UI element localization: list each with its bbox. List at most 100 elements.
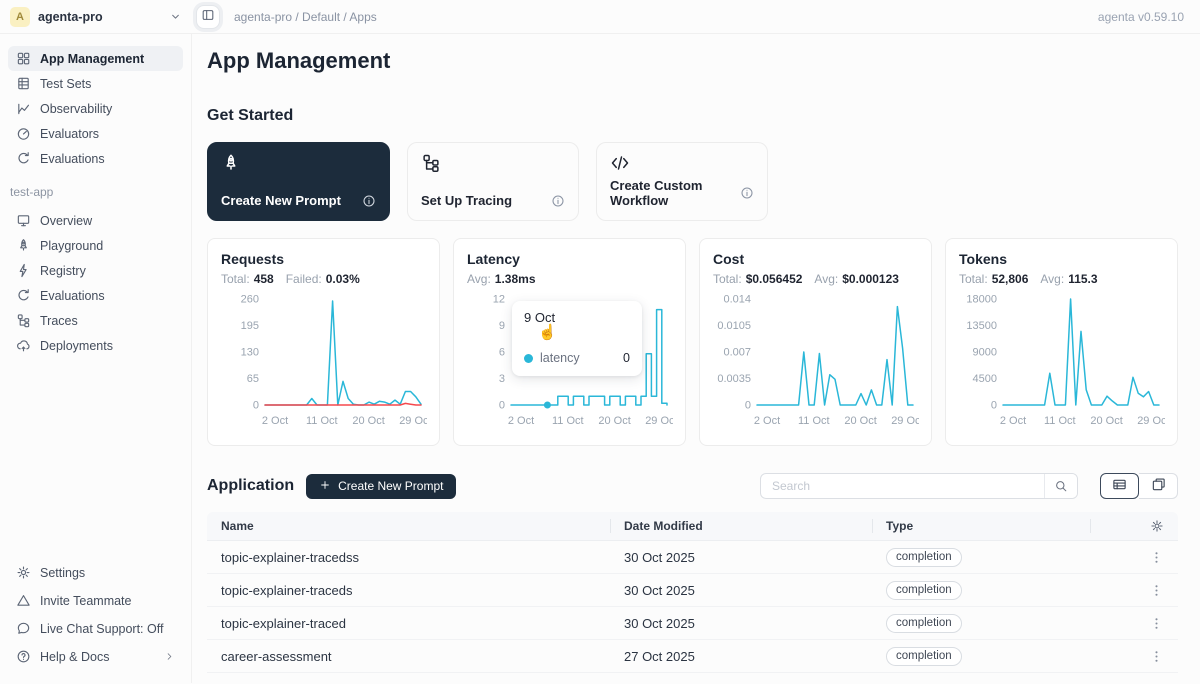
svg-text:18000: 18000: [966, 294, 997, 306]
svg-text:11 Oct: 11 Oct: [798, 415, 830, 427]
workspace-selector[interactable]: A agenta-pro: [10, 7, 182, 27]
cell-name: topic-explainer-traced: [207, 616, 610, 631]
type-badge: completion: [886, 647, 962, 666]
svg-text:9000: 9000: [973, 347, 997, 359]
sidebar-item-label: Evaluators: [40, 127, 99, 141]
series-dot: [524, 354, 533, 363]
sidebar-item-overview[interactable]: Overview: [8, 208, 183, 233]
row-menu-button[interactable]: [1090, 616, 1178, 631]
sidebar: App ManagementTest Sets Observability Eval…: [0, 34, 192, 683]
chart-stat: Avg:115.3: [1040, 272, 1097, 286]
sidebar-item-label: Observability: [40, 102, 112, 116]
view-toggle: [1100, 473, 1178, 499]
create-new-prompt-button[interactable]: Create New Prompt: [306, 474, 456, 499]
plus-icon: [319, 479, 331, 494]
table-settings-gear-icon[interactable]: [1090, 512, 1178, 540]
svg-text:11 Oct: 11 Oct: [1044, 415, 1076, 427]
sidebar-item-label: Playground: [40, 239, 103, 253]
svg-text:0: 0: [991, 400, 997, 412]
svg-text:130: 130: [241, 347, 259, 359]
sidebar-item-label: Deployments: [40, 339, 113, 353]
table-row-topic-explainer-tracedss[interactable]: topic-explainer-tracedss30 Oct 2025compl…: [207, 541, 1178, 574]
gauge-icon: [16, 126, 31, 141]
sidebar-item-deployments[interactable]: Deployments: [8, 333, 183, 358]
get-started-card-create-new-prompt[interactable]: Create New Prompt: [207, 142, 390, 221]
svg-text:11 Oct: 11 Oct: [552, 415, 584, 427]
search-input[interactable]: [761, 479, 1044, 493]
chart-card-cost: CostTotal:$0.056452Avg:$0.00012300.00350…: [699, 238, 932, 446]
svg-text:0.0105: 0.0105: [717, 320, 751, 332]
chevron-right-icon: [164, 651, 175, 662]
sidebar-collapse-button[interactable]: [196, 5, 220, 29]
breadcrumb[interactable]: agenta-pro / Default / Apps: [234, 10, 377, 24]
column-header-date-modified: Date Modified: [610, 512, 872, 540]
sidebar-item-invite-teammate[interactable]: Invite Teammate: [8, 588, 183, 613]
row-menu-button[interactable]: [1090, 583, 1178, 598]
chart-stat: Total:458: [221, 272, 274, 286]
sidebar-item-playground[interactable]: Playground: [8, 233, 183, 258]
table-row-topic-explainer-traceds[interactable]: topic-explainer-traceds30 Oct 2025comple…: [207, 574, 1178, 607]
chart-tooltip: 9 Octlatency0: [512, 301, 642, 376]
tooltip-series-label: latency: [540, 351, 580, 365]
sidebar-item-live-chat-support-off[interactable]: Live Chat Support: Off: [8, 616, 183, 641]
cell-type: completion: [872, 548, 1090, 567]
table-view-icon: [1112, 477, 1127, 495]
sidebar-item-app-management[interactable]: App Management: [8, 46, 183, 71]
code-icon: [610, 153, 754, 173]
sidebar-item-test-sets[interactable]: Test Sets: [8, 71, 183, 96]
svg-text:20 Oct: 20 Oct: [844, 415, 876, 427]
cell-type: completion: [872, 581, 1090, 600]
svg-text:0: 0: [499, 400, 505, 412]
svg-text:0.007: 0.007: [723, 347, 751, 359]
svg-text:29 Oct: 29 Oct: [645, 415, 673, 427]
type-badge: completion: [886, 614, 962, 633]
svg-text:3: 3: [499, 373, 505, 385]
cell-type: completion: [872, 614, 1090, 633]
card-view-button[interactable]: [1139, 473, 1178, 499]
table-view-button[interactable]: [1100, 473, 1139, 499]
sidebar-item-evaluations[interactable]: Evaluations: [8, 283, 183, 308]
info-icon[interactable]: [551, 194, 565, 208]
svg-text:29 Oct: 29 Oct: [399, 415, 427, 427]
sidebar-item-label: Traces: [40, 314, 78, 328]
info-icon[interactable]: [740, 186, 754, 200]
svg-text:0: 0: [253, 400, 259, 412]
chart-plot[interactable]: 0651301952602 Oct11 Oct20 Oct29 Oct: [221, 293, 427, 433]
chart-title: Latency: [467, 251, 675, 267]
row-menu-button[interactable]: [1090, 649, 1178, 664]
search-icon[interactable]: [1044, 474, 1077, 498]
tree-icon: [16, 313, 31, 328]
app-version: agenta v0.59.10: [1098, 10, 1184, 24]
get-started-card-set-up-tracing[interactable]: Set Up Tracing: [407, 142, 579, 221]
svg-text:20 Oct: 20 Oct: [352, 415, 384, 427]
sidebar-item-help-docs[interactable]: Help & Docs: [8, 644, 183, 669]
list-icon: [16, 76, 31, 91]
table-row-career-assessment[interactable]: career-assessment27 Oct 2025 completion: [207, 640, 1178, 673]
sidebar-item-evaluations[interactable]: Evaluations: [8, 146, 183, 171]
table-row-topic-explainer-traced[interactable]: topic-explainer-traced30 Oct 2025complet…: [207, 607, 1178, 640]
workspace-name: agenta-pro: [38, 10, 103, 24]
cell-name: career-assessment: [207, 649, 610, 664]
sidebar-item-label: Live Chat Support: Off: [40, 622, 163, 636]
chart-card-latency: LatencyAvg:1.38ms0369122 Oct11 Oct20 Oct…: [453, 238, 686, 446]
row-menu-button[interactable]: [1090, 550, 1178, 565]
sidebar-item-settings[interactable]: Settings: [8, 560, 183, 585]
chart-stat: Avg:1.38ms: [467, 272, 536, 286]
cell-date-modified: 27 Oct 2025: [610, 649, 872, 664]
cell-date-modified: 30 Oct 2025: [610, 583, 872, 598]
card-view-icon: [1151, 477, 1166, 495]
rocket-icon: [16, 238, 31, 253]
get-started-card-create-custom-workflow[interactable]: Create Custom Workflow: [596, 142, 768, 221]
info-icon[interactable]: [362, 194, 376, 208]
sidebar-item-registry[interactable]: Registry: [8, 258, 183, 283]
sidebar-item-observability[interactable]: Observability: [8, 96, 183, 121]
create-new-prompt-label: Create New Prompt: [338, 479, 443, 493]
sidebar-item-label: Settings: [40, 566, 85, 580]
type-badge: completion: [886, 581, 962, 600]
chart-plot[interactable]: 04500900013500180002 Oct11 Oct20 Oct29 O…: [959, 293, 1165, 433]
chart-plot[interactable]: 00.00350.0070.01050.0142 Oct11 Oct20 Oct…: [713, 293, 919, 433]
sidebar-item-evaluators[interactable]: Evaluators: [8, 121, 183, 146]
svg-text:13500: 13500: [966, 320, 997, 332]
svg-text:0: 0: [745, 400, 751, 412]
sidebar-item-traces[interactable]: Traces: [8, 308, 183, 333]
